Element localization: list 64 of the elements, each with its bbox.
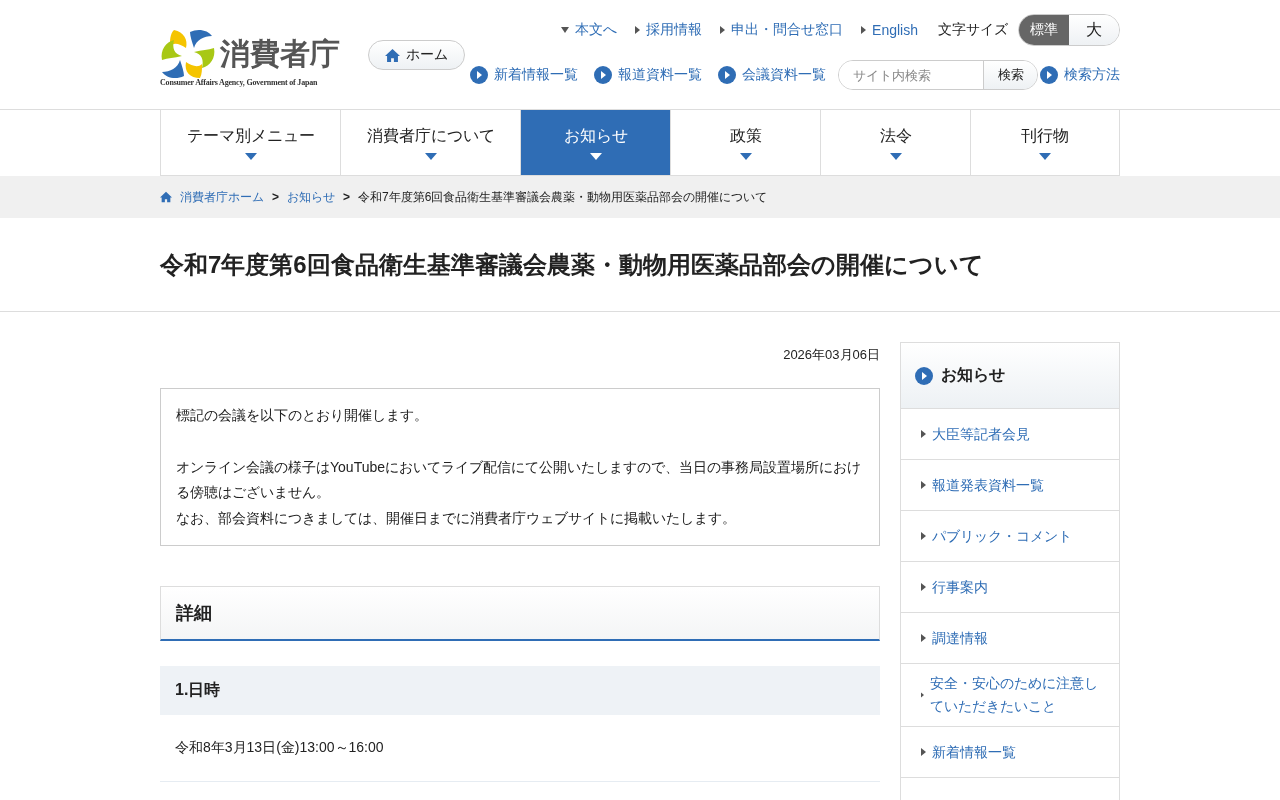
page-title: 令和7年度第6回食品衛生基準審議会農薬・動物用医薬品部会の開催について <box>160 249 985 280</box>
logo-subtitle: Consumer Affairs Agency, Government of Japan <box>160 78 319 87</box>
sidebar-link[interactable]: 調達情報 <box>901 613 1119 664</box>
caret-right-icon <box>921 532 926 540</box>
quick-link[interactable]: 新着情報一覧 <box>470 66 578 84</box>
logo-icon <box>160 28 216 80</box>
play-circle-icon <box>1040 66 1058 84</box>
caret-right-icon <box>635 26 641 34</box>
play-circle-icon <box>594 66 612 84</box>
notice-text: オンライン会議の様子はYouTubeにおいてライブ配信にて公開いたしますので、当日の事務局設置場所における傍聴はございません。 <box>176 457 862 502</box>
caret-down-icon <box>561 27 570 33</box>
nav-tab[interactable]: お知らせ <box>520 110 670 175</box>
utility-link[interactable]: English <box>861 22 918 38</box>
caret-right-icon <box>921 583 926 591</box>
caret-down-icon <box>244 152 257 160</box>
utility-link[interactable]: 申出・問合せ窓口 <box>720 21 844 39</box>
details-heading: 詳細 <box>160 586 880 641</box>
breadcrumb-link[interactable]: お知らせ <box>287 188 335 206</box>
notice-text: 標記の会議を以下のとおり開催します。 <box>176 406 429 425</box>
home-icon <box>385 47 400 63</box>
sidebar-link[interactable]: パブリック・コメント <box>901 511 1119 562</box>
search-help-link[interactable]: 検索方法 <box>1040 66 1120 84</box>
caret-down-icon <box>424 152 437 160</box>
caret-down-icon <box>739 152 752 160</box>
home-icon <box>160 191 172 203</box>
caret-down-icon <box>589 152 602 160</box>
utility-link[interactable]: 本文へ <box>561 21 618 39</box>
caret-down-icon <box>1039 152 1051 160</box>
caret-right-icon <box>921 430 926 438</box>
logo-name: 消費者庁 <box>220 36 340 72</box>
play-circle-icon <box>718 66 736 84</box>
breadcrumb-current: 令和7年度第6回食品衛生基準審議会農薬・動物用医薬品部会の開催について <box>358 188 768 206</box>
sidebar-link[interactable]: 安全・安心のために注意していただきたいこと <box>901 664 1119 727</box>
search-button[interactable]: 検索 <box>983 61 1037 89</box>
sidebar-link[interactable]: 行事案内 <box>901 562 1119 613</box>
breadcrumb-separator: > <box>272 190 279 204</box>
nav-tab[interactable]: 刊行物 <box>970 110 1120 175</box>
font-size-button[interactable]: 標準 <box>1019 15 1069 45</box>
caret-right-icon <box>921 481 926 489</box>
quick-link[interactable]: 報道資料一覧 <box>594 66 702 84</box>
sidebar-title: お知らせ <box>941 365 1005 385</box>
utility-link[interactable]: 採用情報 <box>635 21 703 39</box>
home-button[interactable]: ホーム <box>368 40 465 70</box>
publish-date: 2026年03月06日 <box>782 346 880 364</box>
sidebar-link[interactable]: 新着情報一覧 <box>901 727 1119 778</box>
notice-text: なお、部会資料につきましては、開催日までに消費者庁ウェブサイトに掲載いたします。 <box>176 508 737 528</box>
font-size-label: 文字サイズ <box>938 21 1008 39</box>
sidebar-link[interactable]: 大臣等記者会見 <box>901 409 1119 460</box>
caret-right-icon <box>861 26 867 34</box>
breadcrumb-link[interactable]: 消費者庁ホーム <box>180 188 264 206</box>
play-circle-icon <box>470 66 488 84</box>
breadcrumb-separator: > <box>343 190 351 204</box>
font-size-button[interactable]: 大 <box>1069 15 1119 45</box>
caret-right-icon <box>720 26 726 34</box>
sidebar-link[interactable]: 報道発表資料一覧 <box>901 460 1119 511</box>
caret-down-icon <box>889 152 902 160</box>
section-heading: 1.日時 <box>160 666 880 715</box>
search-field[interactable]: サイト内検索 検索 <box>838 60 1038 90</box>
quick-link[interactable]: 会議資料一覧 <box>718 66 826 84</box>
caret-right-icon <box>921 634 926 642</box>
caret-right-icon <box>921 748 926 756</box>
play-circle-icon <box>915 366 933 385</box>
section-text: 令和8年3月13日(金)13:00～16:00 <box>160 715 880 782</box>
caret-right-icon <box>921 691 924 699</box>
